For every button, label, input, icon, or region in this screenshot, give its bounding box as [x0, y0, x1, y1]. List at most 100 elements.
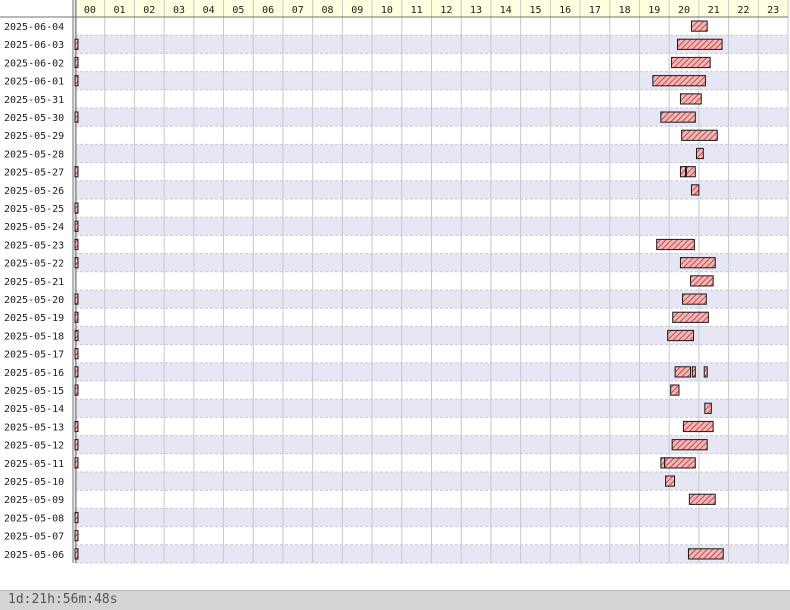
hour-tick-label: 01	[114, 5, 126, 16]
activity-bar	[74, 257, 79, 269]
date-label: 2025-05-06	[4, 550, 64, 561]
activity-bar	[691, 366, 696, 378]
activity-bar	[672, 311, 709, 323]
activity-bar	[665, 475, 676, 487]
date-label: 2025-06-02	[4, 58, 64, 69]
date-label: 2025-05-14	[4, 404, 64, 415]
date-label: 2025-06-01	[4, 77, 64, 88]
activity-bar	[690, 275, 714, 287]
hour-tick-label: 16	[559, 5, 571, 16]
activity-bar	[74, 293, 79, 305]
date-label: 2025-06-04	[4, 22, 64, 33]
date-label: 2025-05-11	[4, 459, 64, 470]
hour-tick-label: 21	[708, 5, 720, 16]
date-label: 2025-05-23	[4, 240, 64, 251]
activity-bar	[670, 384, 680, 396]
activity-bar	[74, 75, 79, 87]
date-label: 2025-05-24	[4, 222, 64, 233]
activity-bar	[681, 129, 718, 141]
hour-tick-label: 05	[232, 5, 244, 16]
hour-tick-label: 14	[500, 5, 512, 16]
date-label: 2025-05-07	[4, 532, 64, 543]
activity-bar	[703, 366, 708, 378]
activity-bar	[74, 439, 79, 451]
date-label: 2025-05-27	[4, 168, 64, 179]
date-label: 2025-05-08	[4, 513, 64, 524]
hour-tick-label: 15	[529, 5, 541, 16]
date-label: 2025-05-10	[4, 477, 64, 488]
activity-bar	[676, 38, 723, 50]
activity-bar	[704, 402, 712, 414]
hour-tick-label: 13	[470, 5, 482, 16]
total-duration-bar: 1d:21h:56m:48s	[0, 590, 790, 610]
date-label: 2025-05-25	[4, 204, 64, 215]
hour-tick-label: 07	[292, 5, 304, 16]
date-label: 2025-05-31	[4, 95, 64, 106]
activity-bar	[74, 530, 79, 542]
timeline-chart: 00 01 02 03 04 05 06 07 08 09 10 11 12 13 14 15 16 17 18 19…	[0, 0, 790, 590]
hour-tick-label: 20	[678, 5, 690, 16]
activity-bar	[679, 93, 702, 105]
activity-bar	[656, 238, 695, 251]
activity-bar	[74, 366, 79, 378]
activity-bar	[74, 384, 79, 396]
date-label: 2025-05-15	[4, 386, 64, 397]
date-label: 2025-05-30	[4, 113, 64, 124]
activity-bar	[685, 166, 696, 178]
date-label: 2025-05-19	[4, 313, 64, 324]
activity-bar	[664, 457, 696, 469]
total-duration-label: 1d:21h:56m:48s	[8, 592, 118, 607]
activity-bar	[682, 293, 707, 305]
hour-tick-label: 12	[440, 5, 452, 16]
hour-tick-label: 10	[381, 5, 393, 16]
date-label: 2025-05-26	[4, 186, 64, 197]
activity-bar	[74, 238, 79, 251]
activity-bar	[74, 166, 79, 178]
activity-bar	[660, 111, 696, 123]
activity-bar	[690, 184, 700, 196]
activity-bar	[660, 457, 666, 469]
date-label: 2025-05-28	[4, 149, 64, 160]
activity-bar	[74, 311, 79, 323]
hour-tick-label: 22	[737, 5, 749, 16]
hour-tick-label: 17	[589, 5, 601, 16]
activity-bar	[671, 439, 708, 451]
activity-bar	[667, 329, 695, 342]
activity-bar	[674, 366, 692, 378]
date-label: 2025-05-20	[4, 295, 64, 306]
activity-bar	[687, 548, 724, 560]
activity-bar	[682, 420, 714, 433]
hour-tick-label: 11	[411, 5, 423, 16]
activity-bar	[679, 166, 687, 178]
date-label: 2025-05-16	[4, 368, 64, 379]
hour-tick-label: 19	[648, 5, 660, 16]
activity-bar	[688, 493, 716, 505]
timeline-svg: 00 01 02 03 04 05 06 07 08 09 10 11 12 13 14 15 16 17 18 19…	[0, 0, 789, 564]
hour-tick-label: 09	[351, 5, 363, 16]
activity-bar	[695, 147, 704, 160]
hour-tick-label: 08	[321, 5, 333, 16]
activity-bar	[652, 75, 706, 87]
hour-tick-label: 04	[203, 5, 215, 16]
activity-bar	[74, 457, 79, 469]
activity-bar	[74, 202, 79, 214]
date-label: 2025-05-22	[4, 259, 64, 270]
activity-bar	[74, 548, 79, 560]
date-label: 2025-05-17	[4, 350, 64, 361]
activity-bar	[74, 511, 79, 524]
date-label: 2025-05-13	[4, 422, 64, 433]
hour-tick-label: 23	[767, 5, 779, 16]
activity-bar	[690, 20, 708, 32]
date-label: 2025-05-09	[4, 495, 64, 506]
activity-bar	[74, 38, 79, 50]
date-label: 2025-05-21	[4, 277, 64, 288]
hour-tick-label: 06	[262, 5, 274, 16]
activity-bar	[74, 220, 79, 232]
activity-bar	[74, 56, 79, 69]
activity-bar	[671, 56, 711, 69]
date-label: 2025-05-12	[4, 441, 64, 452]
date-label: 2025-05-18	[4, 331, 64, 342]
date-label: 2025-05-29	[4, 131, 64, 142]
activity-bar	[679, 257, 716, 269]
activity-bar	[74, 111, 79, 123]
